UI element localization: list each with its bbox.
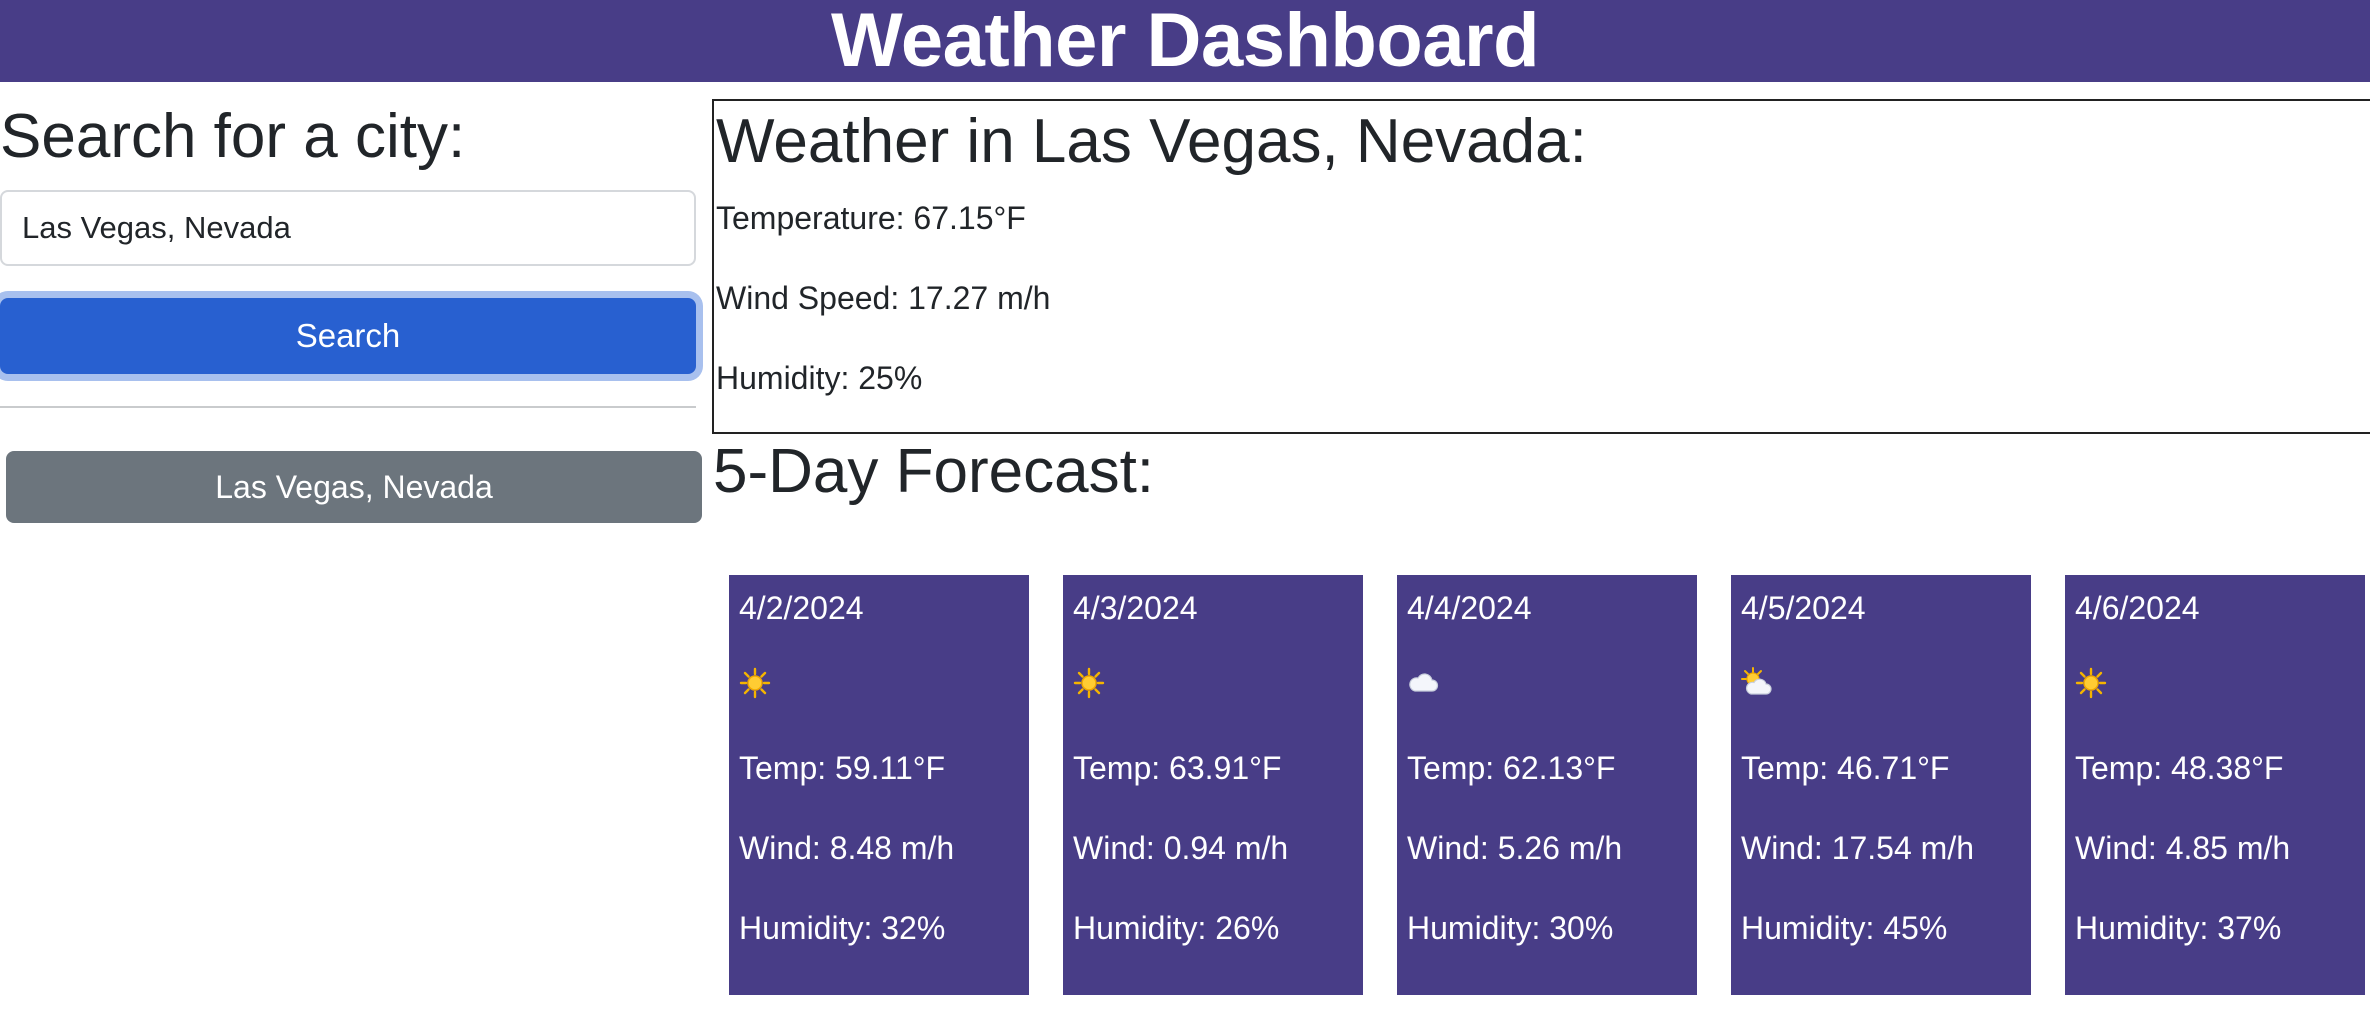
forecast-card: 4/4/2024 Temp: 62.13°F Wind: 5.26 m/h Hu…	[1397, 575, 1697, 995]
sun-icon	[1073, 667, 1105, 699]
search-button[interactable]: Search	[0, 298, 696, 374]
forecast-humidity: Humidity: 37%	[2075, 910, 2282, 946]
forecast-card: 4/2/2024 Temp: 59.11°F Wind: 8.48 m/h Hu…	[729, 575, 1029, 995]
forecast-heading: 5-Day Forecast:	[713, 437, 1155, 506]
city-search-input[interactable]	[0, 190, 696, 266]
forecast-humidity: Humidity: 32%	[739, 910, 946, 946]
current-weather-heading: Weather in Las Vegas, Nevada:	[716, 107, 1587, 176]
forecast-wind: Wind: 4.85 m/h	[2075, 830, 2291, 866]
cloud-icon	[1409, 673, 1439, 692]
forecast-temp: Temp: 62.13°F	[1407, 750, 1616, 786]
forecast-humidity: Humidity: 26%	[1073, 910, 1280, 946]
search-sidebar: Search for a city: Search Las Vegas, Nev…	[0, 82, 705, 1030]
current-temperature: Temperature: 67.15°F	[716, 200, 1026, 236]
forecast-date: 4/5/2024	[1741, 590, 1866, 626]
history-city-button[interactable]: Las Vegas, Nevada	[6, 451, 702, 523]
forecast-card: 4/6/2024 Temp: 48.38°F Wind: 4.85 m/h Hu…	[2065, 575, 2365, 995]
current-humidity: Humidity: 25%	[716, 360, 923, 396]
forecast-date: 4/2/2024	[739, 590, 864, 626]
search-heading: Search for a city:	[0, 102, 466, 171]
forecast-wind: Wind: 0.94 m/h	[1073, 830, 1289, 866]
sun-icon	[739, 667, 771, 699]
forecast-date: 4/4/2024	[1407, 590, 1532, 626]
forecast-date: 4/6/2024	[2075, 590, 2200, 626]
forecast-temp: Temp: 59.11°F	[739, 750, 946, 786]
sun-behind-cloud-icon	[1741, 667, 1772, 695]
forecast-wind: Wind: 5.26 m/h	[1407, 830, 1623, 866]
current-wind-speed: Wind Speed: 17.27 m/h	[716, 280, 1051, 316]
sidebar-divider	[0, 406, 696, 408]
forecast-wind: Wind: 8.48 m/h	[739, 830, 955, 866]
forecast-temp: Temp: 46.71°F	[1741, 750, 1950, 786]
forecast-temp: Temp: 63.91°F	[1073, 750, 1282, 786]
forecast-wind: Wind: 17.54 m/h	[1741, 830, 1974, 866]
forecast-cards: 4/2/2024 Temp: 59.11°F Wind: 8.48 m/h Hu…	[729, 575, 2370, 995]
forecast-humidity: Humidity: 30%	[1407, 910, 1614, 946]
forecast-humidity: Humidity: 45%	[1741, 910, 1948, 946]
forecast-temp: Temp: 48.38°F	[2075, 750, 2284, 786]
sun-icon	[2075, 667, 2107, 699]
forecast-card: 4/5/2024 Temp: 46.71°F Wind: 17.54 m/h H…	[1731, 575, 2031, 995]
page-title: Weather Dashboard	[830, 0, 1540, 83]
page-header: Weather Dashboard	[0, 0, 2370, 82]
current-weather-panel: Weather in Las Vegas, Nevada: Temperatur…	[712, 99, 2370, 434]
forecast-card: 4/3/2024 Temp: 63.91°F Wind: 0.94 m/h Hu…	[1063, 575, 1363, 995]
forecast-date: 4/3/2024	[1073, 590, 1198, 626]
